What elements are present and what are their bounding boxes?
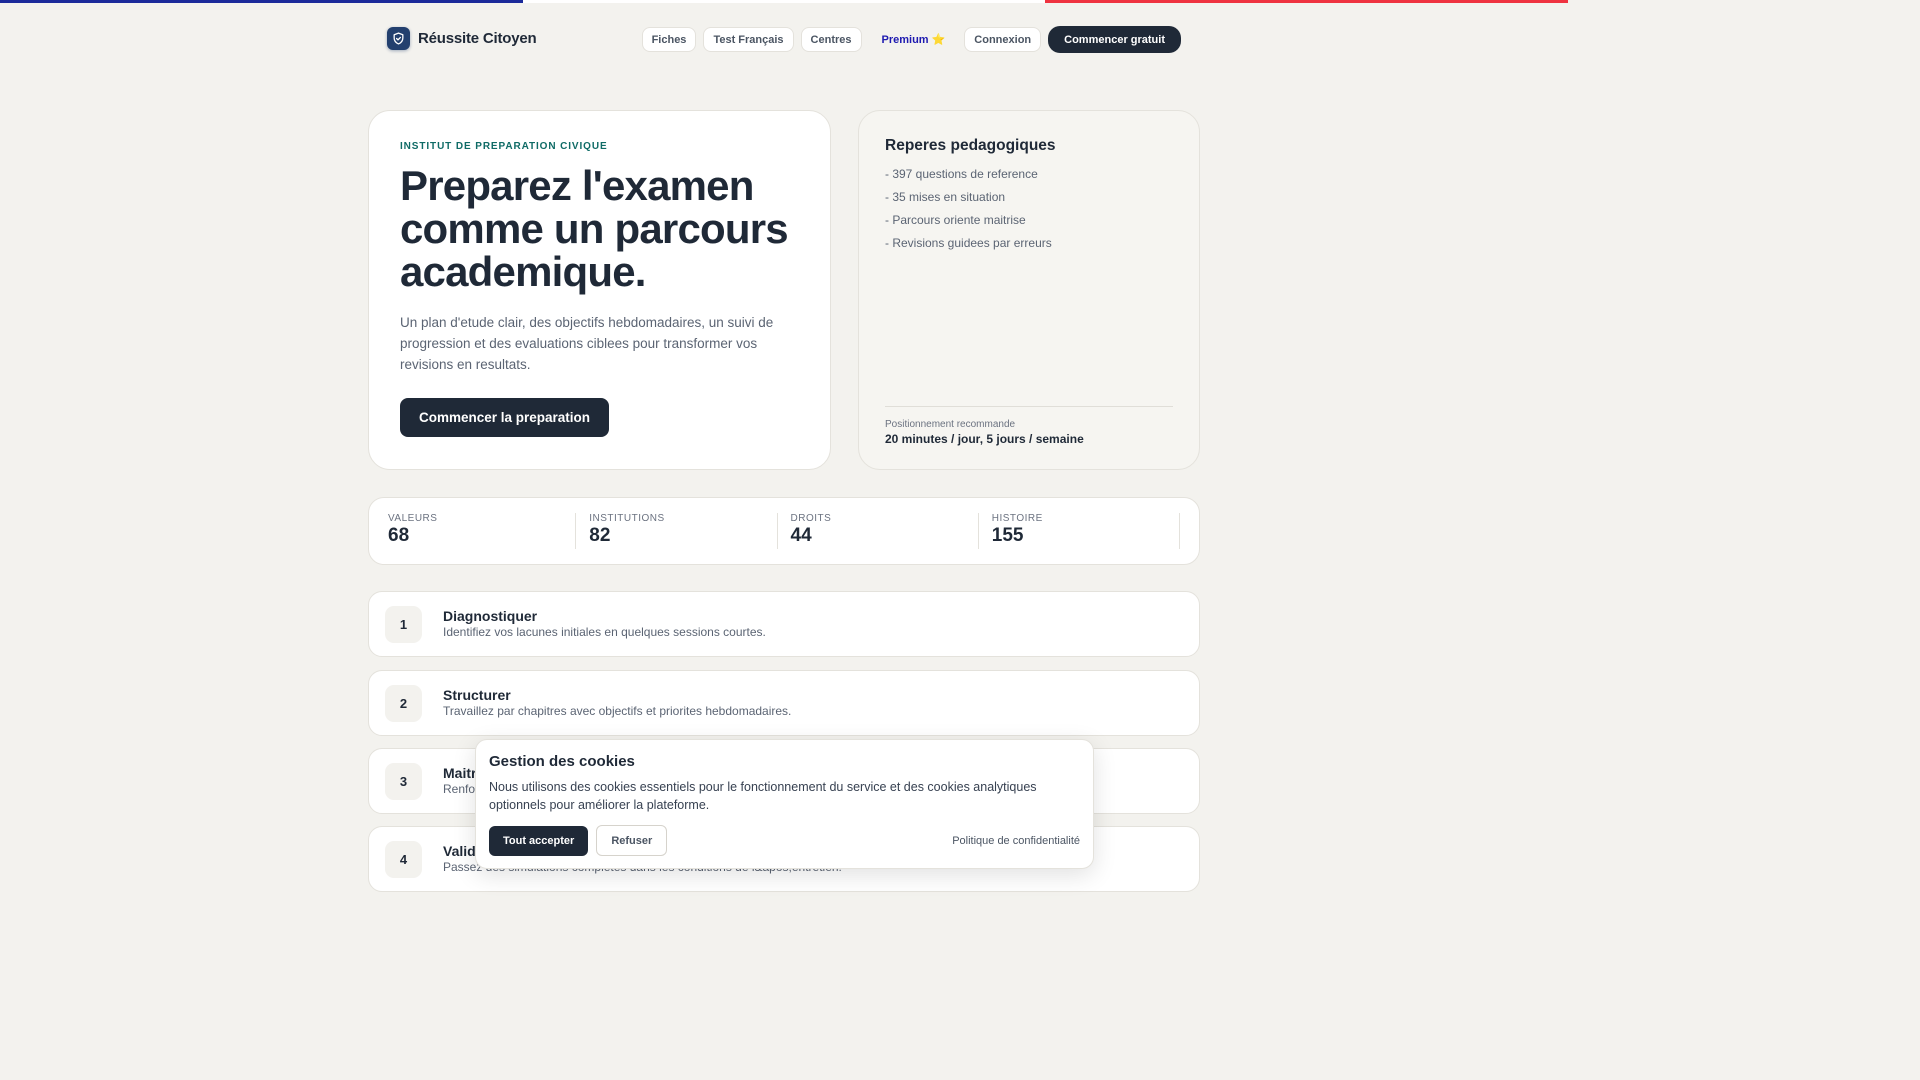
pedagogy-list: - 397 questions de reference - 35 mises … (885, 167, 1173, 250)
stat-label: INSTITUTIONS (589, 513, 665, 524)
hero-eyebrow: INSTITUT DE PREPARATION CIVIQUE (400, 141, 608, 152)
cookie-text: Nous utilisons des cookies essentiels po… (489, 780, 1037, 812)
step-card: 1 Diagnostiquer Identifiez vos lacunes i… (368, 591, 1200, 657)
pedagogy-title: Reperes pedagogiques (885, 137, 1056, 154)
hero-title-line: academique. (400, 248, 646, 295)
start-preparation-button[interactable]: Commencer la preparation (400, 398, 610, 437)
cookie-title: Gestion des cookies (489, 753, 635, 770)
recommended-pace-label: Positionnement recommande (885, 419, 1016, 430)
flag-red-segment (1045, 0, 1569, 3)
step-description: Travaillez par chapitres avec objectifs … (443, 704, 792, 718)
hero-description: Un plan d'etude clair, des objectifs heb… (400, 315, 774, 372)
recommended-pace: Positionnement recommande 20 minutes / j… (885, 406, 1173, 446)
nav-premium[interactable]: Premium ⭐ (869, 33, 958, 47)
cookie-banner: Gestion des cookies Nous utilisons des c… (475, 739, 1094, 869)
step-title: Structurer (443, 687, 511, 703)
pedagogy-card: Reperes pedagogiques - 397 questions de … (858, 110, 1200, 470)
star-icon: ⭐ (931, 34, 946, 46)
pedagogy-item: - 35 mises en situation (885, 190, 1006, 204)
accept-all-button[interactable]: Tout accepter (489, 825, 589, 856)
premium-label: Premium (881, 33, 929, 46)
step-card: 2 Structurer Travaillez par chapitres av… (368, 670, 1200, 736)
login-button[interactable]: Connexion (964, 27, 1042, 52)
stat-value: 82 (589, 525, 611, 546)
shield-check-icon (387, 27, 410, 50)
step-number: 4 (385, 841, 422, 878)
brand-logo[interactable]: Réussite Citoyen (387, 27, 537, 50)
hero-title: Preparez l'examen comme un parcours acad… (400, 164, 799, 293)
nav-centres[interactable]: Centres (800, 27, 862, 52)
hero-card: INSTITUT DE PREPARATION CIVIQUE Preparez… (368, 110, 831, 470)
step-number: 2 (385, 685, 422, 722)
stat-value: 68 (388, 525, 410, 546)
start-free-button[interactable]: Commencer gratuit (1048, 26, 1181, 53)
flag-white-segment (522, 0, 1046, 3)
stat-histoire: HISTOIRE 155 (992, 513, 1180, 549)
main-nav: Fiches Test Français Centres Premium ⭐ C… (641, 26, 1181, 53)
step-title: Diagnostiquer (443, 608, 538, 624)
pedagogy-item: - Parcours oriente maitrise (885, 213, 1026, 227)
stat-institutions: INSTITUTIONS 82 (589, 513, 778, 549)
refuse-button[interactable]: Refuser (596, 825, 668, 856)
brand-name: Réussite Citoyen (418, 30, 537, 47)
pedagogy-item: - 397 questions de reference (885, 167, 1038, 181)
step-number: 1 (385, 606, 422, 643)
stat-label: VALEURS (388, 513, 438, 524)
stat-value: 44 (790, 525, 812, 546)
stat-value: 155 (991, 525, 1024, 546)
tricolor-top-bar (0, 0, 1569, 3)
stat-label: DROITS (790, 513, 832, 524)
step-number: 3 (385, 763, 422, 800)
privacy-policy-link[interactable]: Politique de confidentialité (952, 835, 1080, 847)
site-header: Réussite Citoyen Fiches Test Français Ce… (387, 26, 1181, 54)
cookie-actions: Tout accepter Refuser Politique de confi… (489, 825, 1080, 856)
nav-test-francais[interactable]: Test Français (703, 27, 794, 52)
stats-bar: VALEURS 68 INSTITUTIONS 82 DROITS 44 HIS… (368, 497, 1200, 565)
nav-fiches[interactable]: Fiches (641, 27, 697, 52)
step-description: Identifiez vos lacunes initiales en quel… (443, 625, 766, 639)
hero-title-line: comme un parcours (400, 205, 789, 252)
pedagogy-item: - Revisions guidees par erreurs (885, 236, 1052, 250)
hero-title-line: Preparez l'examen (400, 162, 754, 209)
flag-blue-segment (0, 0, 523, 3)
recommended-pace-value: 20 minutes / jour, 5 jours / semaine (885, 432, 1084, 446)
stat-droits: DROITS 44 (791, 513, 979, 549)
stat-valeurs: VALEURS 68 (388, 513, 577, 549)
stat-label: HISTOIRE (991, 513, 1043, 524)
